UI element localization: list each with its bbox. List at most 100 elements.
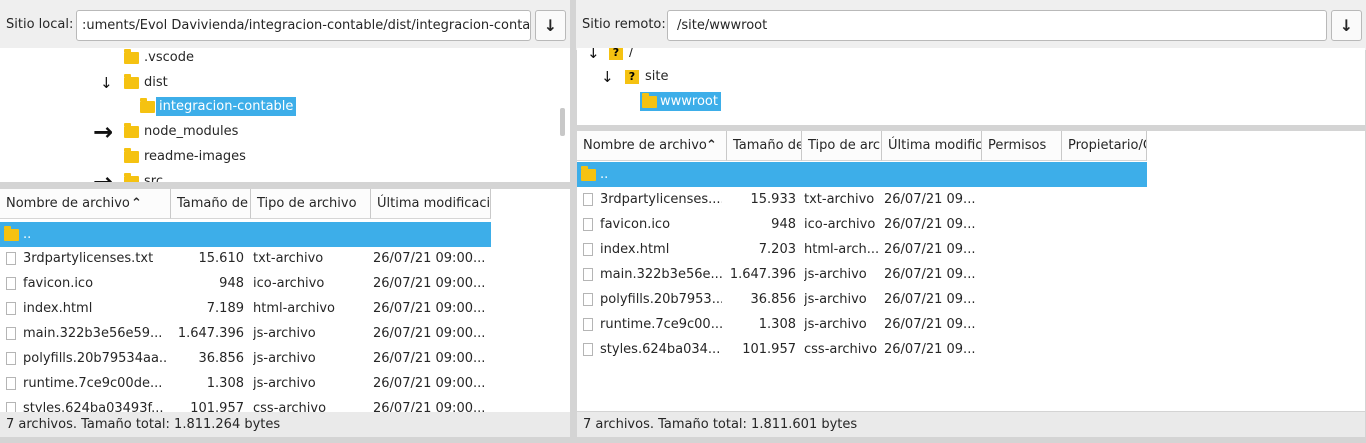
arrow-down-icon: ↓ bbox=[1339, 16, 1354, 35]
folder-icon bbox=[581, 166, 596, 181]
chevron-up-icon: ⌃ bbox=[131, 196, 142, 211]
table-row[interactable]: polyfills.20b7953... 36.856 js-archivo 26/0… bbox=[577, 287, 1147, 312]
file-modified: 26/07/21 09:00... bbox=[373, 326, 486, 341]
file-size: 36.856 bbox=[750, 292, 797, 307]
tree-item-dist[interactable]: ↓ dist bbox=[100, 70, 168, 95]
column-header-size[interactable]: Tamaño de a bbox=[171, 189, 251, 219]
expand-arrow-icon[interactable]: → bbox=[93, 118, 124, 146]
tree-item-label: integracion-contable bbox=[156, 97, 297, 116]
table-row[interactable]: styles.624ba034... 101.957 css-archivo 26/0… bbox=[577, 337, 1147, 362]
file-size: 948 bbox=[219, 276, 244, 291]
file-modified: 26/07/21 09... bbox=[884, 267, 976, 282]
file-modified: 26/07/21 09... bbox=[884, 242, 976, 257]
collapse-arrow-icon[interactable]: ↓ bbox=[587, 48, 609, 62]
column-header-type[interactable]: Tipo de archivo bbox=[251, 189, 371, 219]
remote-path-input[interactable]: /site/wwwroot bbox=[667, 10, 1327, 41]
file-icon bbox=[583, 193, 593, 206]
file-modified: 26/07/21 09... bbox=[884, 292, 976, 307]
table-row[interactable]: polyfills.20b79534aa... 36.856 js-archivo 2… bbox=[0, 346, 491, 371]
folder-icon bbox=[4, 226, 19, 241]
local-tree: .vscode ↓ dist integracion-contable → no… bbox=[0, 48, 570, 182]
file-size: 15.933 bbox=[750, 192, 797, 207]
file-type: css-archivo bbox=[804, 342, 878, 357]
column-header-name[interactable]: Nombre de archivo ⌃ bbox=[577, 131, 727, 161]
tree-item-root[interactable]: ↓ ? / bbox=[587, 48, 633, 65]
column-header-name[interactable]: Nombre de archivo ⌃ bbox=[0, 189, 171, 219]
table-row[interactable]: main.322b3e56e... 1.647.396 js-archivo 26/0… bbox=[577, 262, 1147, 287]
collapse-arrow-icon[interactable]: ↓ bbox=[100, 74, 124, 92]
file-size: 36.856 bbox=[198, 351, 245, 366]
file-type: html-arch... bbox=[804, 242, 880, 257]
file-icon bbox=[6, 377, 16, 390]
table-row[interactable]: main.322b3e56e59... 1.647.396 js-archivo 26… bbox=[0, 321, 491, 346]
column-header-modified[interactable]: Última modificación bbox=[371, 189, 491, 219]
remote-path-dropdown-button[interactable]: ↓ bbox=[1331, 10, 1362, 41]
file-size: 1.647.396 bbox=[177, 326, 244, 341]
folder-icon bbox=[642, 92, 657, 108]
tree-item-label: .vscode bbox=[144, 50, 194, 65]
local-path-dropdown-button[interactable]: ↓ bbox=[535, 10, 566, 41]
file-type: js-archivo bbox=[253, 376, 316, 391]
file-name: runtime.7ce9c00... bbox=[600, 317, 722, 332]
file-size: 1.308 bbox=[758, 317, 796, 332]
table-row[interactable]: runtime.7ce9c00... 1.308 js-archivo 26/07/2… bbox=[577, 312, 1147, 337]
file-modified: 26/07/21 09:00... bbox=[373, 376, 486, 391]
table-row[interactable]: 3rdpartylicenses.txt 15.610 txt-archivo 26/… bbox=[0, 246, 491, 271]
expand-arrow-icon[interactable]: → bbox=[93, 168, 124, 183]
file-name: runtime.7ce9c00de... bbox=[23, 376, 163, 391]
column-header-owner[interactable]: Propietario/G bbox=[1062, 131, 1147, 161]
local-site-label: Sitio local: bbox=[6, 17, 74, 32]
collapse-arrow-icon[interactable]: ↓ bbox=[601, 68, 625, 86]
file-modified: 26/07/21 09:00... bbox=[373, 301, 486, 316]
file-icon bbox=[583, 243, 593, 256]
file-icon bbox=[583, 343, 593, 356]
parent-directory-row[interactable]: .. bbox=[0, 222, 491, 247]
column-header-modified[interactable]: Última modifica bbox=[882, 131, 982, 161]
file-type: ico-archivo bbox=[804, 217, 876, 232]
table-row[interactable]: favicon.ico 948 ico-archivo 26/07/21 09:00.… bbox=[0, 271, 491, 296]
table-row[interactable]: runtime.7ce9c00de... 1.308 js-archivo 26/07… bbox=[0, 371, 491, 396]
file-type: js-archivo bbox=[253, 326, 316, 341]
tree-item-wwwroot[interactable]: wwwroot bbox=[640, 89, 721, 114]
file-name: index.html bbox=[23, 301, 93, 316]
file-name: favicon.ico bbox=[600, 217, 671, 232]
tree-item-site[interactable]: ↓ ? site bbox=[601, 64, 668, 89]
local-path-input[interactable]: :uments/Evol Davivienda/integracion-cont… bbox=[76, 10, 531, 41]
file-modified: 26/07/21 09:00... bbox=[373, 276, 486, 291]
file-modified: 26/07/21 09... bbox=[884, 192, 976, 207]
tree-item-node-modules[interactable]: → node_modules bbox=[93, 118, 238, 146]
file-name: .. bbox=[600, 167, 609, 182]
file-icon bbox=[583, 268, 593, 281]
file-icon bbox=[6, 352, 16, 365]
folder-icon bbox=[124, 122, 139, 138]
remote-tree: ↓ ? / ↓ ? site wwwroot bbox=[577, 48, 1365, 125]
file-name: 3rdpartylicenses.... bbox=[600, 192, 722, 207]
parent-directory-row[interactable]: .. bbox=[577, 162, 1147, 187]
tree-item-vscode[interactable]: .vscode bbox=[124, 48, 194, 70]
file-size: 7.189 bbox=[206, 301, 244, 316]
file-name: polyfills.20b79534aa... bbox=[23, 351, 168, 366]
table-row[interactable]: favicon.ico 948 ico-archivo 26/07/21 09... bbox=[577, 212, 1147, 237]
tree-item-integracion-contable[interactable]: integracion-contable bbox=[140, 94, 297, 119]
file-icon bbox=[583, 318, 593, 331]
file-type: txt-archivo bbox=[804, 192, 875, 207]
folder-icon bbox=[124, 172, 139, 182]
file-type: js-archivo bbox=[253, 351, 316, 366]
column-header-size[interactable]: Tamaño de bbox=[727, 131, 802, 161]
file-name: styles.624ba034... bbox=[600, 342, 721, 357]
remote-site-label: Sitio remoto: bbox=[582, 17, 666, 32]
table-row[interactable]: 3rdpartylicenses.... 15.933 txt-archivo 26/… bbox=[577, 187, 1147, 212]
remote-status-bar: 7 archivos. Tamaño total: 1.811.601 byte… bbox=[577, 412, 1365, 437]
remote-file-list: Nombre de archivo ⌃ Tamaño de Tipo de ar… bbox=[577, 131, 1365, 411]
tree-scrollbar[interactable] bbox=[560, 108, 565, 136]
column-header-type[interactable]: Tipo de arch bbox=[802, 131, 882, 161]
table-row[interactable]: index.html 7.189 html-archivo 26/07/21 09:0… bbox=[0, 296, 491, 321]
tree-item-src[interactable]: → src bbox=[93, 168, 163, 183]
table-row[interactable]: index.html 7.203 html-arch... 26/07/21 09..… bbox=[577, 237, 1147, 262]
local-file-list: Nombre de archivo ⌃ Tamaño de a Tipo de … bbox=[0, 189, 570, 437]
selected-item: wwwroot bbox=[640, 92, 721, 111]
column-header-permissions[interactable]: Permisos bbox=[982, 131, 1062, 161]
tree-item-label: site bbox=[645, 69, 669, 84]
file-icon bbox=[6, 327, 16, 340]
tree-item-readme-images[interactable]: readme-images bbox=[124, 144, 246, 169]
